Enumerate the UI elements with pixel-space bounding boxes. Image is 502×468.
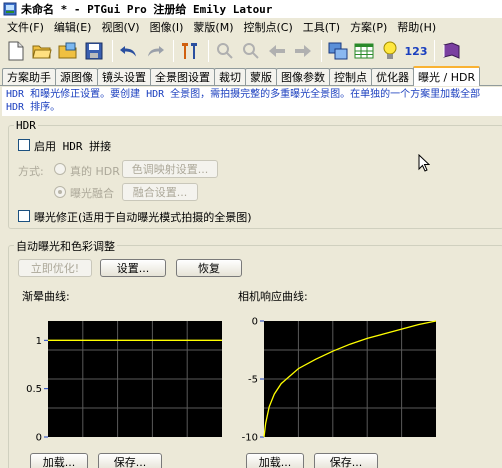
vignetting-save-button[interactable]: 保存... bbox=[98, 453, 162, 468]
menu-tools[interactable]: 工具(T) bbox=[298, 19, 345, 35]
window-title: 未命名 * - PTGui Pro 注册给 Emily Latour bbox=[21, 3, 273, 16]
fusion-settings-button[interactable]: 融合设置... bbox=[122, 183, 198, 201]
zoom-in-icon[interactable] bbox=[213, 39, 237, 63]
undo-icon[interactable] bbox=[117, 39, 141, 63]
title-bar: 未命名 * - PTGui Pro 注册给 Emily Latour bbox=[0, 0, 502, 18]
auto-exposure-group-label: 自动曝光和色彩调整 bbox=[14, 238, 117, 254]
y-tick-label: 0 bbox=[36, 433, 42, 444]
tab-mask[interactable]: 蒙版 bbox=[245, 68, 277, 85]
tab-control-points[interactable]: 控制点 bbox=[329, 68, 372, 85]
enable-hdr-checkbox[interactable] bbox=[18, 139, 30, 151]
exposure-fusion-radio[interactable] bbox=[54, 186, 66, 198]
vignetting-load-button[interactable]: 加载... bbox=[30, 453, 88, 468]
redo-icon[interactable] bbox=[143, 39, 167, 63]
tab-description: HDR 和曝光修正设置。要创建 HDR 全景图，需拍摄完整的多重曝光全景图。在单… bbox=[2, 87, 502, 116]
menu-view[interactable]: 视图(V) bbox=[96, 19, 144, 35]
tab-exposure-hdr[interactable]: 曝光 / HDR bbox=[413, 66, 481, 86]
vignetting-curve-label: 渐晕曲线: bbox=[22, 290, 70, 303]
toolbar-separator bbox=[208, 40, 209, 62]
exposure-correction-label: 曝光修正(适用于自动曝光模式拍摄的全景图) bbox=[34, 211, 252, 224]
camera-response-curve-chart: 0 -5 -10 bbox=[242, 317, 437, 444]
mouse-cursor-icon bbox=[418, 154, 430, 172]
zoom-out-icon[interactable] bbox=[239, 39, 263, 63]
optimize-now-button[interactable]: 立即优化! bbox=[18, 259, 92, 277]
tab-bar: 方案助手 源图像 镜头设置 全景图设置 裁切 蒙版 图像参数 控制点 优化器 曝… bbox=[0, 66, 502, 86]
toolbar: 123 bbox=[0, 36, 502, 66]
toolbar-separator bbox=[173, 40, 174, 62]
y-tick-label: 0 bbox=[252, 317, 258, 328]
table-icon[interactable] bbox=[352, 39, 376, 63]
settings-button[interactable]: 设置... bbox=[100, 259, 166, 277]
menu-edit[interactable]: 编辑(E) bbox=[49, 19, 97, 35]
response-save-button[interactable]: 保存... bbox=[314, 453, 378, 468]
menu-image[interactable]: 图像(I) bbox=[145, 19, 189, 35]
forward-arrow-icon[interactable] bbox=[291, 39, 315, 63]
menu-control-points[interactable]: 控制点(C) bbox=[238, 19, 297, 35]
enable-hdr-label: 启用 HDR 拼接 bbox=[34, 140, 112, 153]
open-folder-icon[interactable] bbox=[30, 39, 54, 63]
lightbulb-icon[interactable] bbox=[378, 39, 402, 63]
y-tick-label: -10 bbox=[242, 433, 258, 444]
panorama-editor-icon[interactable] bbox=[326, 39, 350, 63]
ptgui-app-icon bbox=[3, 2, 17, 16]
y-tick-label: 1 bbox=[36, 336, 42, 347]
toolbar-separator bbox=[112, 40, 113, 62]
response-curve-label: 相机响应曲线: bbox=[238, 290, 308, 303]
tab-optimizer[interactable]: 优化器 bbox=[371, 68, 414, 85]
y-tick-label: -5 bbox=[248, 375, 258, 386]
menu-file[interactable]: 文件(F) bbox=[2, 19, 49, 35]
menu-bar: 文件(F) 编辑(E) 视图(V) 图像(I) 蒙版(M) 控制点(C) 工具(… bbox=[0, 18, 502, 36]
tone-mapping-settings-button[interactable]: 色调映射设置... bbox=[122, 160, 218, 178]
tab-project-assistant[interactable]: 方案助手 bbox=[2, 68, 56, 85]
y-tick-label: 0.5 bbox=[26, 384, 42, 395]
open-images-icon[interactable] bbox=[56, 39, 80, 63]
menu-mask[interactable]: 蒙版(M) bbox=[188, 19, 238, 35]
tab-crop[interactable]: 裁切 bbox=[214, 68, 246, 85]
response-load-button[interactable]: 加载... bbox=[246, 453, 304, 468]
save-icon[interactable] bbox=[82, 39, 106, 63]
restore-button[interactable]: 恢复 bbox=[176, 259, 242, 277]
tab-source-images[interactable]: 源图像 bbox=[55, 68, 98, 85]
true-hdr-label: 真的 HDR bbox=[70, 165, 120, 178]
menu-project[interactable]: 方案(P) bbox=[345, 19, 392, 35]
exposure-fusion-label: 曝光融合 bbox=[70, 187, 114, 200]
hdr-group-label: HDR bbox=[14, 119, 38, 132]
numbering-icon[interactable]: 123 bbox=[404, 39, 428, 63]
menu-help[interactable]: 帮助(H) bbox=[392, 19, 441, 35]
true-hdr-radio[interactable] bbox=[54, 163, 66, 175]
book-icon[interactable] bbox=[439, 39, 463, 63]
toolbar-separator bbox=[321, 40, 322, 62]
method-label: 方式: bbox=[18, 165, 44, 178]
optimize-icon[interactable] bbox=[178, 39, 202, 63]
tab-lens-settings[interactable]: 镜头设置 bbox=[97, 68, 151, 85]
back-arrow-icon[interactable] bbox=[265, 39, 289, 63]
toolbar-separator bbox=[434, 40, 435, 62]
tab-image-parameters[interactable]: 图像参数 bbox=[276, 68, 330, 85]
new-document-icon[interactable] bbox=[4, 39, 28, 63]
vignetting-curve-chart: 10.50 bbox=[26, 321, 223, 444]
exposure-correction-checkbox[interactable] bbox=[18, 210, 30, 222]
tab-panorama-settings[interactable]: 全景图设置 bbox=[150, 68, 215, 85]
